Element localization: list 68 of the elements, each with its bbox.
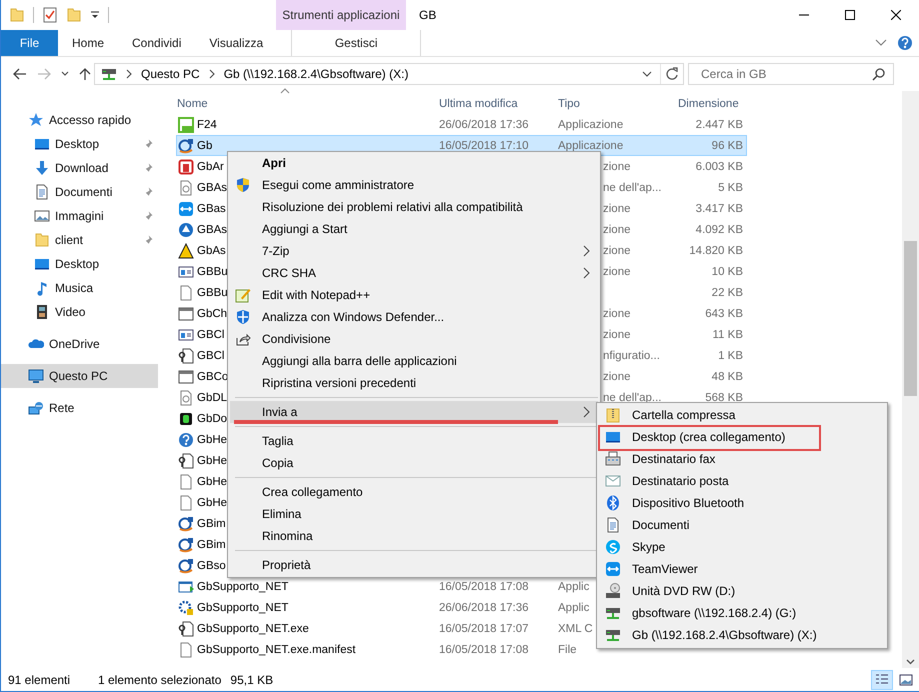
file-type: zione	[603, 328, 630, 340]
file-type: zione	[603, 224, 630, 236]
modified-date: 16/05/2018 17:10	[439, 140, 529, 152]
file-name: GbHe	[197, 454, 228, 466]
file-size: 4.092 KB	[696, 224, 743, 236]
modified-date: 16/05/2018 17:07	[439, 622, 529, 634]
file-name: GbSupporto_NET	[197, 602, 288, 614]
file-name: GbDL	[197, 392, 228, 404]
file-name: GbSupporto_NET	[197, 580, 288, 592]
file-name: GBim	[197, 518, 226, 530]
file-type: XML C	[558, 622, 593, 634]
file-type: Applic	[558, 580, 590, 592]
file-type: File	[558, 644, 577, 656]
file-type: Applicazione	[558, 140, 624, 152]
file-type: Applicazione	[558, 118, 624, 130]
file-type: Applic	[558, 602, 590, 614]
file-name: GBCl	[197, 328, 224, 340]
file-size: 2.447 KB	[696, 118, 743, 130]
file-name: GbHe	[197, 434, 228, 446]
file-type: zione	[603, 308, 630, 320]
modified-date: 16/05/2018 17:08	[439, 644, 529, 656]
file-type: ne dell'ap...	[603, 392, 662, 404]
file-size: 11 KB	[712, 328, 743, 340]
file-name: GbAr	[197, 160, 224, 172]
file-name: GBBu	[197, 286, 228, 298]
window-title: GB	[419, 8, 436, 22]
file-name: GbHe	[197, 496, 228, 508]
file-size: 48 KB	[712, 370, 743, 382]
file-size: 22 KB	[712, 286, 743, 298]
file-size: 568 KB	[705, 392, 743, 404]
selection-info: 1 elemento selezionato	[98, 672, 222, 686]
file-name: F24	[197, 118, 217, 130]
file-name: GbAs	[197, 244, 226, 256]
file-size: 14.820 KB	[689, 244, 743, 256]
file-name: GBBu	[197, 266, 228, 278]
modified-date: 26/06/2018 17:36	[439, 602, 529, 614]
file-name: GBCl	[197, 350, 224, 362]
file-name: GBAs	[197, 224, 228, 236]
context-tab-header: Strumenti applicazioni	[276, 0, 406, 30]
modified-date: 16/05/2018 17:08	[439, 580, 529, 592]
file-size: 6.003 KB	[696, 160, 743, 172]
file-type: zione	[603, 160, 630, 172]
file-size: 1 KB	[718, 350, 743, 362]
file-name: GbSupporto_NET.exe.manifest	[197, 644, 356, 656]
file-size: 5 KB	[718, 182, 743, 194]
file-name: GbCh	[197, 308, 228, 320]
file-size: 643 KB	[705, 308, 743, 320]
file-name: Gb	[197, 140, 212, 152]
file-type: zione	[603, 244, 630, 256]
file-name: GBas	[197, 202, 226, 214]
selection-size: 95,1 KB	[230, 672, 274, 686]
file-size: 10 KB	[712, 266, 743, 278]
file-type: zione	[603, 266, 630, 278]
file-type: nfiguratio...	[603, 350, 660, 362]
file-type: ne dell'ap...	[603, 182, 662, 194]
file-size: 3.417 KB	[696, 202, 743, 214]
file-size: 96 KB	[712, 140, 743, 152]
item-count: 91 elementi	[8, 672, 72, 686]
file-name: GbHe	[197, 476, 228, 488]
file-name: GBCo	[197, 370, 228, 382]
file-name: GBAs	[197, 182, 228, 194]
modified-date: 26/06/2018 17:36	[439, 118, 529, 130]
file-name: GbDo	[197, 412, 228, 424]
file-name: GBim	[197, 538, 226, 550]
file-type: zione	[603, 370, 630, 382]
file-name: GbSupporto_NET.exe	[197, 622, 309, 634]
file-name: GBso	[197, 560, 226, 572]
file-type: zione	[603, 202, 630, 214]
